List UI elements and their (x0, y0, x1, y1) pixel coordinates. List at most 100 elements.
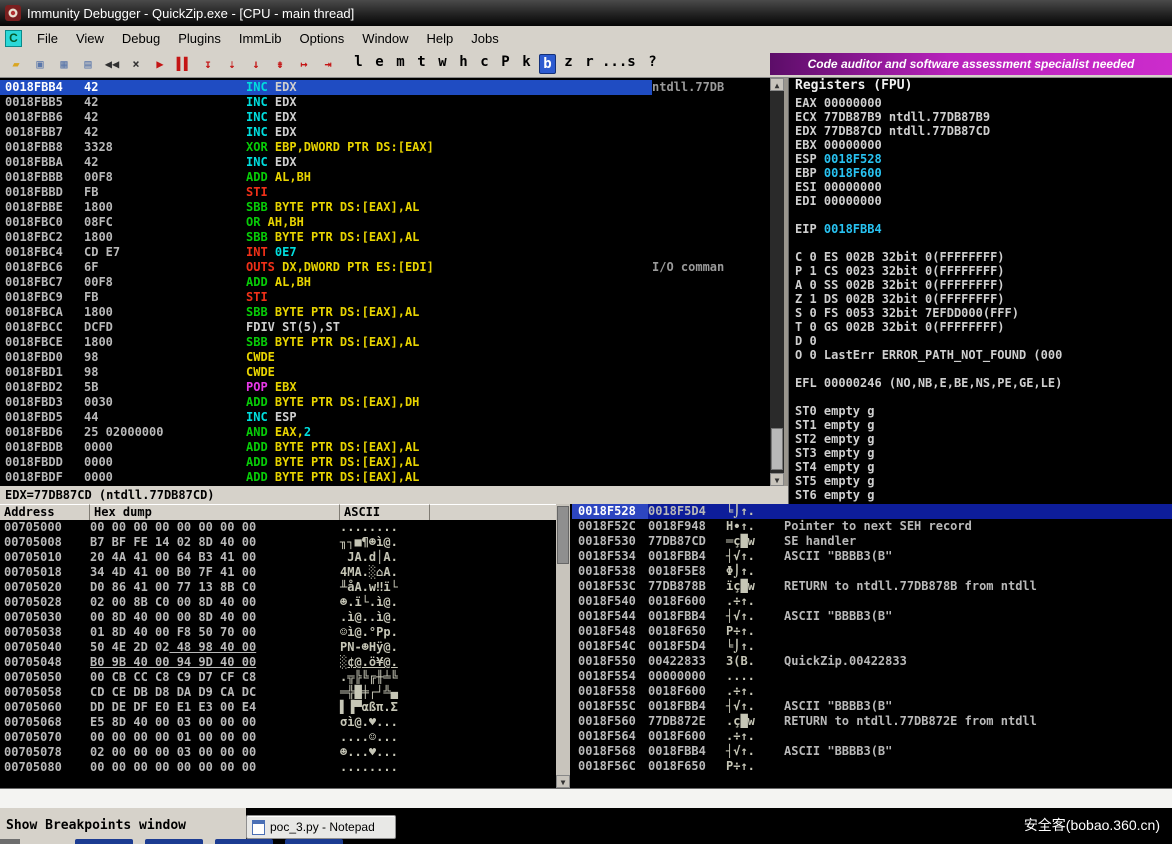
register-row[interactable]: D 0 (789, 334, 1172, 348)
pause-icon[interactable]: ▌▌ (172, 53, 196, 74)
dump-row[interactable]: 0070508000 00 00 00 00 00 00 00........ (0, 760, 556, 775)
command-input[interactable] (0, 791, 1172, 810)
stack-row[interactable]: 0018F5480018F650P÷↑. (572, 624, 1172, 639)
toolbar-letter-k[interactable]: k (518, 54, 535, 74)
stack-row[interactable]: 0018F53077DB87CD═ç█wSE handler (572, 534, 1172, 549)
disasm-row[interactable]: 0018FBBDFBSTI (0, 185, 770, 200)
taskbar-stub[interactable] (75, 839, 133, 844)
register-row[interactable] (789, 236, 1172, 250)
stack-row[interactable]: 0018F5280018F5D4╘⌡↑. (572, 504, 1172, 519)
register-row[interactable]: ST4 empty g (789, 460, 1172, 474)
stack-pane[interactable]: 0018F5280018F5D4╘⌡↑.0018F52C0018F948H∙↑.… (572, 504, 1172, 788)
toolbar-letter-...[interactable]: ... (602, 54, 619, 74)
cpu-window-menu-icon[interactable]: C (5, 30, 22, 47)
dump-header-hex-dump[interactable]: Hex dump (90, 504, 340, 520)
dump-scrollbar[interactable]: ▼ (556, 504, 570, 788)
register-row[interactable]: EDI 00000000 (789, 194, 1172, 208)
dump-row[interactable]: 0070507802 00 00 00 03 00 00 00☻...♥... (0, 745, 556, 760)
disasm-row[interactable]: 0018FBB83328XOR EBP,DWORD PTR DS:[EAX] (0, 140, 770, 155)
disasm-row[interactable]: 0018FBD198CWDE (0, 365, 770, 380)
dump-row[interactable]: 0070504050 4E 2D 02 48 98 40 00PN-☻Hÿ@. (0, 640, 556, 655)
scroll-thumb[interactable] (557, 506, 569, 564)
step-over-icon[interactable]: ⇣ (220, 53, 244, 74)
toolbar-letter-l[interactable]: l (350, 54, 367, 74)
disasm-row[interactable]: 0018FBDD0000ADD BYTE PTR DS:[EAX],AL (0, 455, 770, 470)
dump-row[interactable]: 0070503000 8D 40 00 00 8D 40 00.ì@..ì@. (0, 610, 556, 625)
stack-row[interactable]: 0018F5380018F5E8Φ⌡↑. (572, 564, 1172, 579)
toolbar-letter-m[interactable]: m (392, 54, 409, 74)
register-row[interactable]: P 1 CS 0023 32bit 0(FFFFFFFF) (789, 264, 1172, 278)
dump-row[interactable]: 0070501834 4D 41 00 B0 7F 41 004MA.░⌂A. (0, 565, 556, 580)
dump-row[interactable]: 00705008B7 BF FE 14 02 8D 40 00╖┐■¶☻ì@. (0, 535, 556, 550)
register-row[interactable] (789, 208, 1172, 222)
scroll-down-icon[interactable]: ▼ (770, 473, 784, 486)
disasm-row[interactable]: 0018FBD25BPOP EBX (0, 380, 770, 395)
disasm-row[interactable]: 0018FBC008FCOR AH,BH (0, 215, 770, 230)
dump-row[interactable]: 00705058CD CE DB D8 DA D9 CA DC═╬█╪┌┘╩▄ (0, 685, 556, 700)
memory-window-icon[interactable]: ▤ (76, 53, 100, 74)
stack-row[interactable]: 0018F55C0018FBB4┤√↑.ASCII "BBBB3(B" (572, 699, 1172, 714)
menu-item-options[interactable]: Options (290, 28, 353, 49)
disasm-row[interactable]: 0018FBD30030ADD BYTE PTR DS:[EAX],DH (0, 395, 770, 410)
table-window-icon[interactable]: ▦ (52, 53, 76, 74)
register-row[interactable]: ST5 empty g (789, 474, 1172, 488)
toolbar-letter-z[interactable]: z (560, 54, 577, 74)
rewind-icon[interactable]: ◀◀ (100, 53, 124, 74)
window-restore-icon[interactable]: ▣ (28, 53, 52, 74)
scroll-thumb[interactable] (771, 428, 783, 470)
trace-into-icon[interactable]: ↓ (244, 53, 268, 74)
dump-row[interactable]: 0070501020 4A 41 00 64 B3 41 00 JA.d│A. (0, 550, 556, 565)
stack-row[interactable]: 0018F56077DB872E.ç█wRETURN to ntdll.77DB… (572, 714, 1172, 729)
stack-row[interactable]: 0018F550004228333(B.QuickZip.00422833 (572, 654, 1172, 669)
dump-row[interactable]: 00705060DD DE DF E0 E1 E3 00 E4▌▐▀αßπ.Σ (0, 700, 556, 715)
register-row[interactable]: T 0 GS 002B 32bit 0(FFFFFFFF) (789, 320, 1172, 334)
menu-item-file[interactable]: File (28, 28, 67, 49)
menu-item-immlib[interactable]: ImmLib (230, 28, 291, 49)
register-row[interactable]: O 0 LastErr ERROR_PATH_NOT_FOUND (000 (789, 348, 1172, 362)
stack-row[interactable]: 0018F5680018FBB4┤√↑.ASCII "BBBB3(B" (572, 744, 1172, 759)
register-row[interactable]: EIP 0018FBB4 (789, 222, 1172, 236)
memory-dump-pane[interactable]: AddressHex dumpASCII 0070500000 00 00 00… (0, 504, 556, 788)
register-row[interactable]: EAX 00000000 (789, 96, 1172, 110)
register-row[interactable]: EDX 77DB87CD ntdll.77DB87CD (789, 124, 1172, 138)
open-file-icon[interactable]: ▰ (4, 53, 28, 74)
register-row[interactable]: S 0 FS 0053 32bit 7EFDD000(FFF) (789, 306, 1172, 320)
toolbar-letter-?[interactable]: ? (644, 54, 661, 74)
disasm-row[interactable]: 0018FBD625 02000000AND EAX,2 (0, 425, 770, 440)
dump-row[interactable]: 00705068E5 8D 40 00 03 00 00 00σì@.♥... (0, 715, 556, 730)
disasm-row[interactable]: 0018FBB642INC EDX (0, 110, 770, 125)
register-row[interactable]: ECX 77DB87B9 ntdll.77DB87B9 (789, 110, 1172, 124)
disasm-row[interactable]: 0018FBC9FBSTI (0, 290, 770, 305)
disasm-row[interactable]: 0018FBD544INC ESP (0, 410, 770, 425)
dump-row[interactable]: 0070507000 00 00 00 01 00 00 00....☺... (0, 730, 556, 745)
run-to-return-icon[interactable]: ↦ (292, 53, 316, 74)
disasm-row[interactable]: 0018FBC700F8ADD AL,BH (0, 275, 770, 290)
banner[interactable]: Code auditor and software assessment spe… (770, 53, 1172, 75)
disasm-row[interactable]: 0018FBB542INC EDX (0, 95, 770, 110)
menu-item-window[interactable]: Window (353, 28, 417, 49)
scroll-up-icon[interactable]: ▲ (770, 78, 784, 91)
run-icon[interactable]: ▶ (148, 53, 172, 74)
register-row[interactable]: ESI 00000000 (789, 180, 1172, 194)
register-row[interactable]: EFL 00000246 (NO,NB,E,BE,NS,PE,GE,LE) (789, 376, 1172, 390)
disasm-row[interactable]: 0018FBC4CD E7INT 0E7 (0, 245, 770, 260)
dump-row[interactable]: 0070503801 8D 40 00 F8 50 70 00☺ì@.°Pp. (0, 625, 556, 640)
menu-item-help[interactable]: Help (418, 28, 463, 49)
menu-item-plugins[interactable]: Plugins (169, 28, 230, 49)
taskbar-notepad-button[interactable]: poc_3.py - Notepad (246, 815, 396, 839)
registers-pane[interactable]: Registers (FPU) EAX 00000000ECX 77DB87B9… (788, 78, 1172, 504)
menu-item-view[interactable]: View (67, 28, 113, 49)
register-row[interactable] (789, 390, 1172, 404)
disasm-row[interactable]: 0018FBDF0000ADD BYTE PTR DS:[EAX],AL (0, 470, 770, 485)
toolbar-letter-P[interactable]: P (497, 54, 514, 74)
stack-row[interactable]: 0018F5340018FBB4┤√↑.ASCII "BBBB3(B" (572, 549, 1172, 564)
disasm-row[interactable]: 0018FBB742INC EDX (0, 125, 770, 140)
disasm-row[interactable]: 0018FBDB0000ADD BYTE PTR DS:[EAX],AL (0, 440, 770, 455)
disassembly-scrollbar[interactable]: ▲ ▼ (770, 78, 784, 486)
taskbar-stub[interactable] (145, 839, 203, 844)
close-icon[interactable]: × (124, 53, 148, 74)
stack-row[interactable]: 0018F55400000000.... (572, 669, 1172, 684)
menu-item-debug[interactable]: Debug (113, 28, 169, 49)
taskbar-stub[interactable] (215, 839, 273, 844)
register-row[interactable]: ST0 empty g (789, 404, 1172, 418)
